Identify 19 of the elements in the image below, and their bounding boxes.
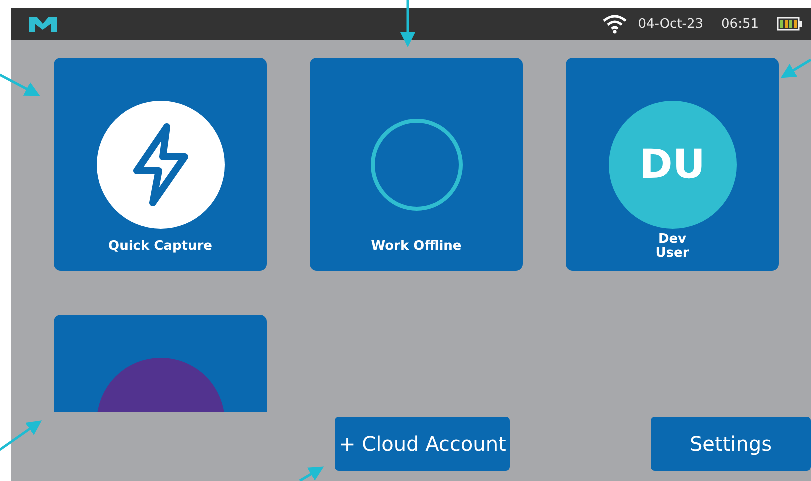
callout-arrow	[400, 0, 416, 48]
callout-arrow	[299, 466, 324, 481]
account-tile[interactable]: DU Dev User	[566, 58, 779, 271]
account-tile[interactable]: Work Offline	[310, 58, 523, 271]
battery-icon	[777, 16, 803, 32]
tile-label: Quick Capture	[108, 240, 212, 254]
callout-arrow	[0, 74, 40, 96]
callout-arrow	[0, 420, 42, 452]
tile-label: Work Offline	[371, 240, 462, 254]
avatar-initials: DU	[640, 142, 706, 188]
settings-button[interactable]: Settings	[651, 417, 811, 471]
wifi-icon	[602, 14, 628, 34]
callout-arrow	[780, 58, 811, 78]
logo-icon	[27, 15, 59, 33]
add-account-button[interactable]: + Cloud Account	[335, 417, 510, 471]
tile-label: Dev User	[656, 233, 690, 261]
time-text: 06:51	[722, 16, 759, 32]
date-text: 04-Oct-23	[638, 16, 704, 32]
account-tile[interactable]: Quick Capture	[54, 58, 267, 271]
